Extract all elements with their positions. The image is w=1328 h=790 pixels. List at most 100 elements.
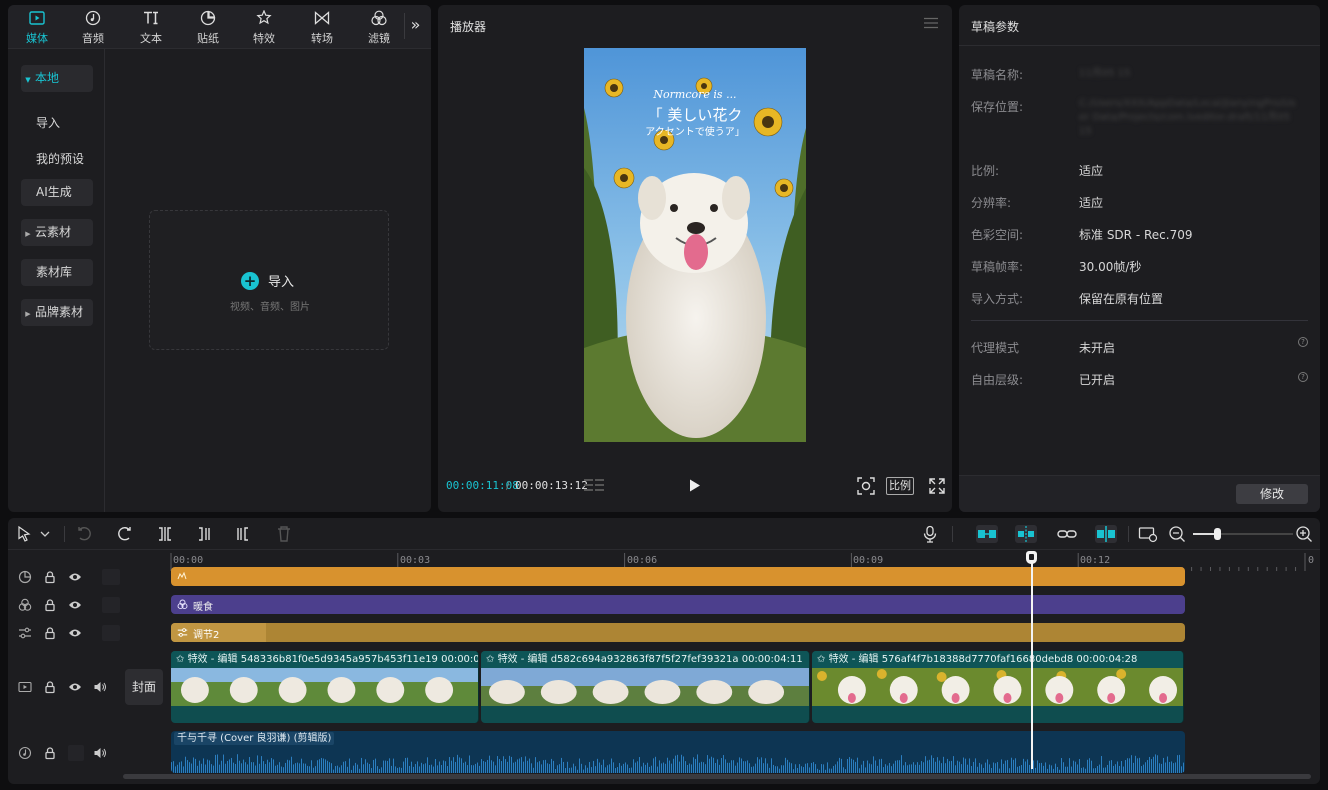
waveform-bar (557, 765, 558, 773)
delete-icon[interactable] (275, 525, 293, 543)
tab-transition[interactable]: 转场 (297, 5, 347, 49)
waveform-bar (1157, 755, 1158, 773)
fit-screen-icon[interactable] (857, 477, 875, 495)
sidebar-item-cloud[interactable]: ▶ 云素材 (21, 219, 93, 246)
preview-axis-icon[interactable] (1095, 525, 1117, 543)
select-cursor-icon[interactable] (16, 525, 34, 543)
video-clip-3[interactable]: ✩ 特效 - 编辑 576af4f7b18388d7770faf16680deb… (812, 651, 1184, 723)
tab-text[interactable]: 文本 (126, 5, 176, 49)
zoom-out-icon[interactable] (1168, 525, 1186, 543)
eye-icon[interactable] (68, 598, 82, 612)
waveform-bar (297, 762, 298, 773)
chevron-down-icon[interactable] (39, 525, 51, 543)
zoom-slider-handle[interactable] (1214, 528, 1221, 540)
playhead-handle[interactable] (1026, 551, 1037, 564)
microphone-icon[interactable] (921, 525, 939, 543)
waveform-bar (421, 762, 422, 773)
track-header-audio (18, 744, 130, 762)
waveform-bar (1073, 760, 1074, 773)
lock-icon[interactable] (43, 746, 57, 760)
tab-filter[interactable]: 滤镜 (354, 5, 404, 49)
split-icon[interactable] (156, 525, 174, 543)
zoom-slider[interactable] (1193, 528, 1293, 540)
waveform-bar (381, 767, 382, 773)
redo-icon[interactable] (115, 525, 133, 543)
waveform-bar (955, 765, 956, 773)
help-icon[interactable]: ? (1298, 337, 1308, 347)
lock-icon[interactable] (43, 626, 57, 640)
waveform-bar (307, 765, 308, 773)
speaker-icon[interactable] (93, 746, 107, 760)
trim-right-icon[interactable] (234, 525, 252, 543)
fullscreen-icon[interactable] (928, 477, 946, 495)
sidebar-item-import[interactable]: 导入 (36, 114, 60, 131)
tab-label: 特效 (253, 32, 275, 45)
waveform-bar (905, 762, 906, 773)
waveform-bar (1115, 764, 1116, 773)
more-tabs-button[interactable]: » (404, 13, 426, 39)
waveform-bar (293, 764, 294, 773)
video-clip-header: ✩ 特效 - 编辑 d582c694a932863f87f5f27fef3932… (481, 651, 809, 668)
help-icon[interactable]: ? (1298, 372, 1308, 382)
triangle-right-icon: ▶ (25, 230, 31, 238)
track-header-video (18, 678, 130, 696)
import-dropzone[interactable]: + 导入 视频、音频、图片 (149, 210, 389, 350)
undo-icon[interactable] (76, 525, 94, 543)
waveform-bar (671, 763, 672, 773)
waveform-bar (1043, 765, 1044, 773)
timeline-tracks[interactable]: 00:00 00:03 00:06 00:09 00:12 0 暖食 调节2 ✩… (168, 551, 1320, 784)
waveform-bar (1061, 758, 1062, 773)
video-clip-2[interactable]: ✩ 特效 - 编辑 d582c694a932863f87f5f27fef3932… (481, 651, 810, 723)
eye-icon[interactable] (68, 626, 82, 640)
zoom-in-icon[interactable] (1295, 525, 1313, 543)
waveform-bar (427, 757, 428, 773)
tab-label: 文本 (140, 32, 162, 45)
tab-sticker[interactable]: 贴纸 (183, 5, 233, 49)
eye-icon[interactable] (68, 680, 82, 694)
tab-effects[interactable]: 特效 (239, 5, 289, 49)
lock-icon[interactable] (43, 598, 57, 612)
screenshot-icon[interactable] (1138, 525, 1158, 543)
waveform-bar (909, 764, 910, 773)
video-clip-1[interactable]: ✩ 特效 - 编辑 548336b81f0e5d9345a957b453f11e… (171, 651, 479, 723)
video-preview[interactable]: Normcore is ... 「 美しい花ク アクセントで使うア」 (584, 48, 806, 442)
sidebar-item-brand[interactable]: ▶ 品牌素材 (21, 299, 93, 326)
sidebar-item-presets[interactable]: 我的预设 (36, 150, 84, 167)
menu-icon[interactable] (924, 17, 938, 29)
waveform-bar (175, 766, 176, 773)
cover-button[interactable]: 封面 (125, 669, 163, 705)
waveform-bar (283, 767, 284, 773)
modify-button[interactable]: 修改 (1236, 484, 1308, 504)
trim-left-icon[interactable] (195, 525, 213, 543)
waveform-bar (527, 760, 528, 773)
waveform-bar (189, 762, 190, 773)
lock-icon[interactable] (43, 570, 57, 584)
ruler-label: 00:03 (400, 555, 431, 566)
proxy-mode-label: 代理模式 (971, 341, 1020, 355)
sidebar-item-ai[interactable]: AI生成 (21, 179, 93, 206)
waveform-bar (331, 763, 332, 773)
waveform-bar (281, 766, 282, 773)
tab-audio[interactable]: 音频 (68, 5, 118, 49)
tab-media[interactable]: 媒体 (12, 5, 62, 49)
timecode-grid-icon[interactable] (584, 478, 604, 493)
auto-snap-icon[interactable] (976, 525, 998, 543)
link-icon[interactable] (1057, 525, 1077, 543)
playhead-line[interactable] (1031, 551, 1033, 769)
player-panel: 播放器 Normcore is ... 「 美しい花ク アクセントで使うア」 0… (438, 5, 952, 512)
horizontal-scrollbar[interactable] (123, 774, 1311, 779)
waveform-bar (325, 759, 326, 773)
sidebar-item-library[interactable]: 素材库 (21, 259, 93, 286)
waveform-bar (1081, 767, 1082, 773)
sidebar-item-local[interactable]: ▼ 本地 (21, 65, 93, 92)
play-icon[interactable] (688, 478, 702, 493)
waveform-bar (639, 757, 640, 773)
filter-clip-label: 暖食 (193, 602, 213, 613)
eye-icon[interactable] (68, 570, 82, 584)
waveform-bar (1149, 756, 1150, 773)
lock-icon[interactable] (43, 680, 57, 694)
waveform-bar (1067, 766, 1068, 773)
magnet-link-icon[interactable] (1015, 525, 1037, 543)
speaker-icon[interactable] (93, 680, 107, 694)
ratio-button[interactable]: 比例 (886, 477, 914, 495)
